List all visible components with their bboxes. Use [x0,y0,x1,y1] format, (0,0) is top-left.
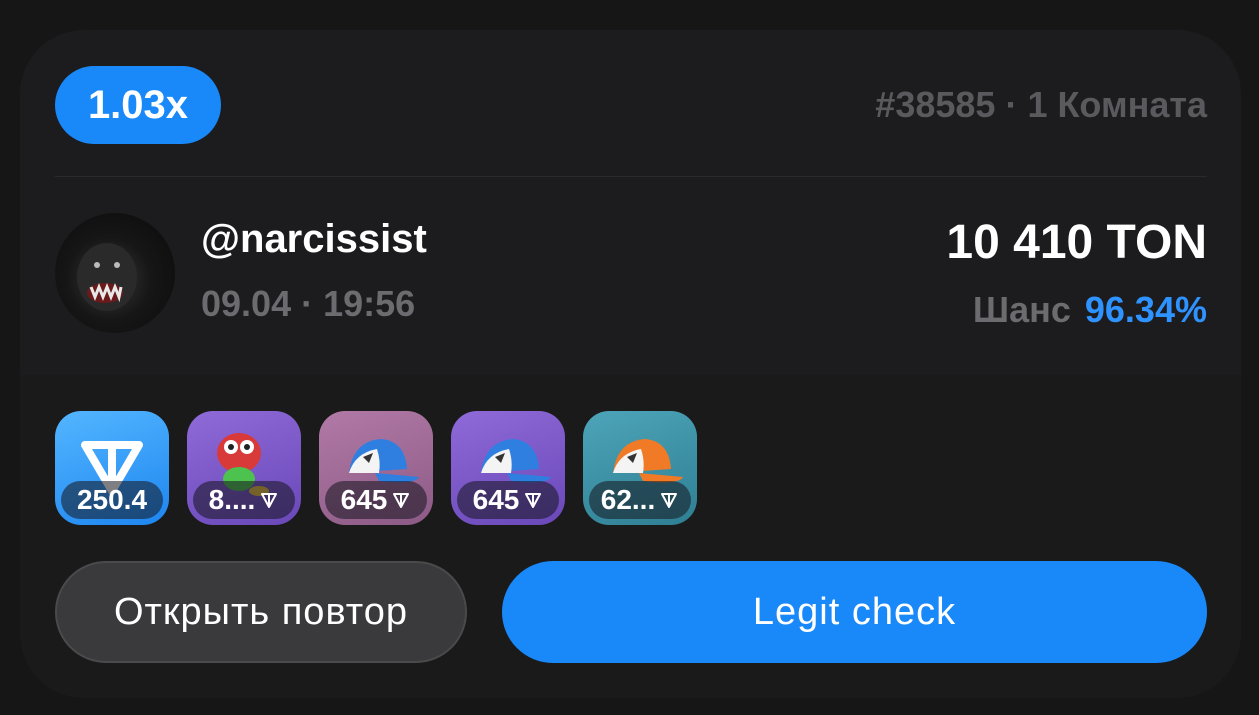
ton-icon [525,493,542,508]
item-price: 62... [589,481,691,519]
chance: Шанс 96.34% [973,289,1207,331]
item-frog-gift[interactable]: 8.... [187,411,301,525]
ton-icon [393,493,410,508]
item-cap-gift[interactable]: 645 [319,411,433,525]
legit-check-button[interactable]: Legit check [502,561,1207,663]
item-cap-gift[interactable]: 645 [451,411,565,525]
win-amount: 10 410 TON [946,216,1207,269]
ton-icon [661,493,678,508]
item-cap-orange-gift[interactable]: 62... [583,411,697,525]
card-header: 1.03x #38585 · 1 Комната [20,30,1241,176]
avatar[interactable] [55,213,175,333]
item-price: 645 [325,481,427,519]
room-info: #38585 · 1 Комната [875,84,1207,126]
time: 19:56 [323,283,416,324]
room-separator: · [1005,84,1018,125]
chance-label: Шанс [972,289,1071,330]
timestamp: 09.04 · 19:56 [201,283,415,325]
item-ton-coin[interactable]: 250.4 [55,411,169,525]
date-separator: · [301,283,314,324]
avatar-image [77,243,137,311]
room-id: #38585 [875,84,996,125]
bet-items: 250.4 8.... 645 645 62... [55,411,697,525]
room-label: 1 Комната [1027,84,1207,125]
date: 09.04 [201,283,292,324]
open-replay-button[interactable]: Открыть повтор [55,561,467,663]
game-result-card: 1.03x #38585 · 1 Комната @narcissist 09.… [20,30,1241,698]
multiplier-badge: 1.03x [55,66,221,144]
ton-icon [261,493,278,508]
item-price: 8.... [193,481,295,519]
username[interactable]: @narcissist [201,217,427,262]
item-price: 250.4 [61,481,163,519]
item-price: 645 [457,481,559,519]
winner-row: @narcissist 09.04 · 19:56 10 410 TON Шан… [20,177,1241,375]
bet-details: 250.4 8.... 645 645 62... Открыть повтор… [20,375,1241,698]
chance-value: 96.34% [1084,289,1207,330]
